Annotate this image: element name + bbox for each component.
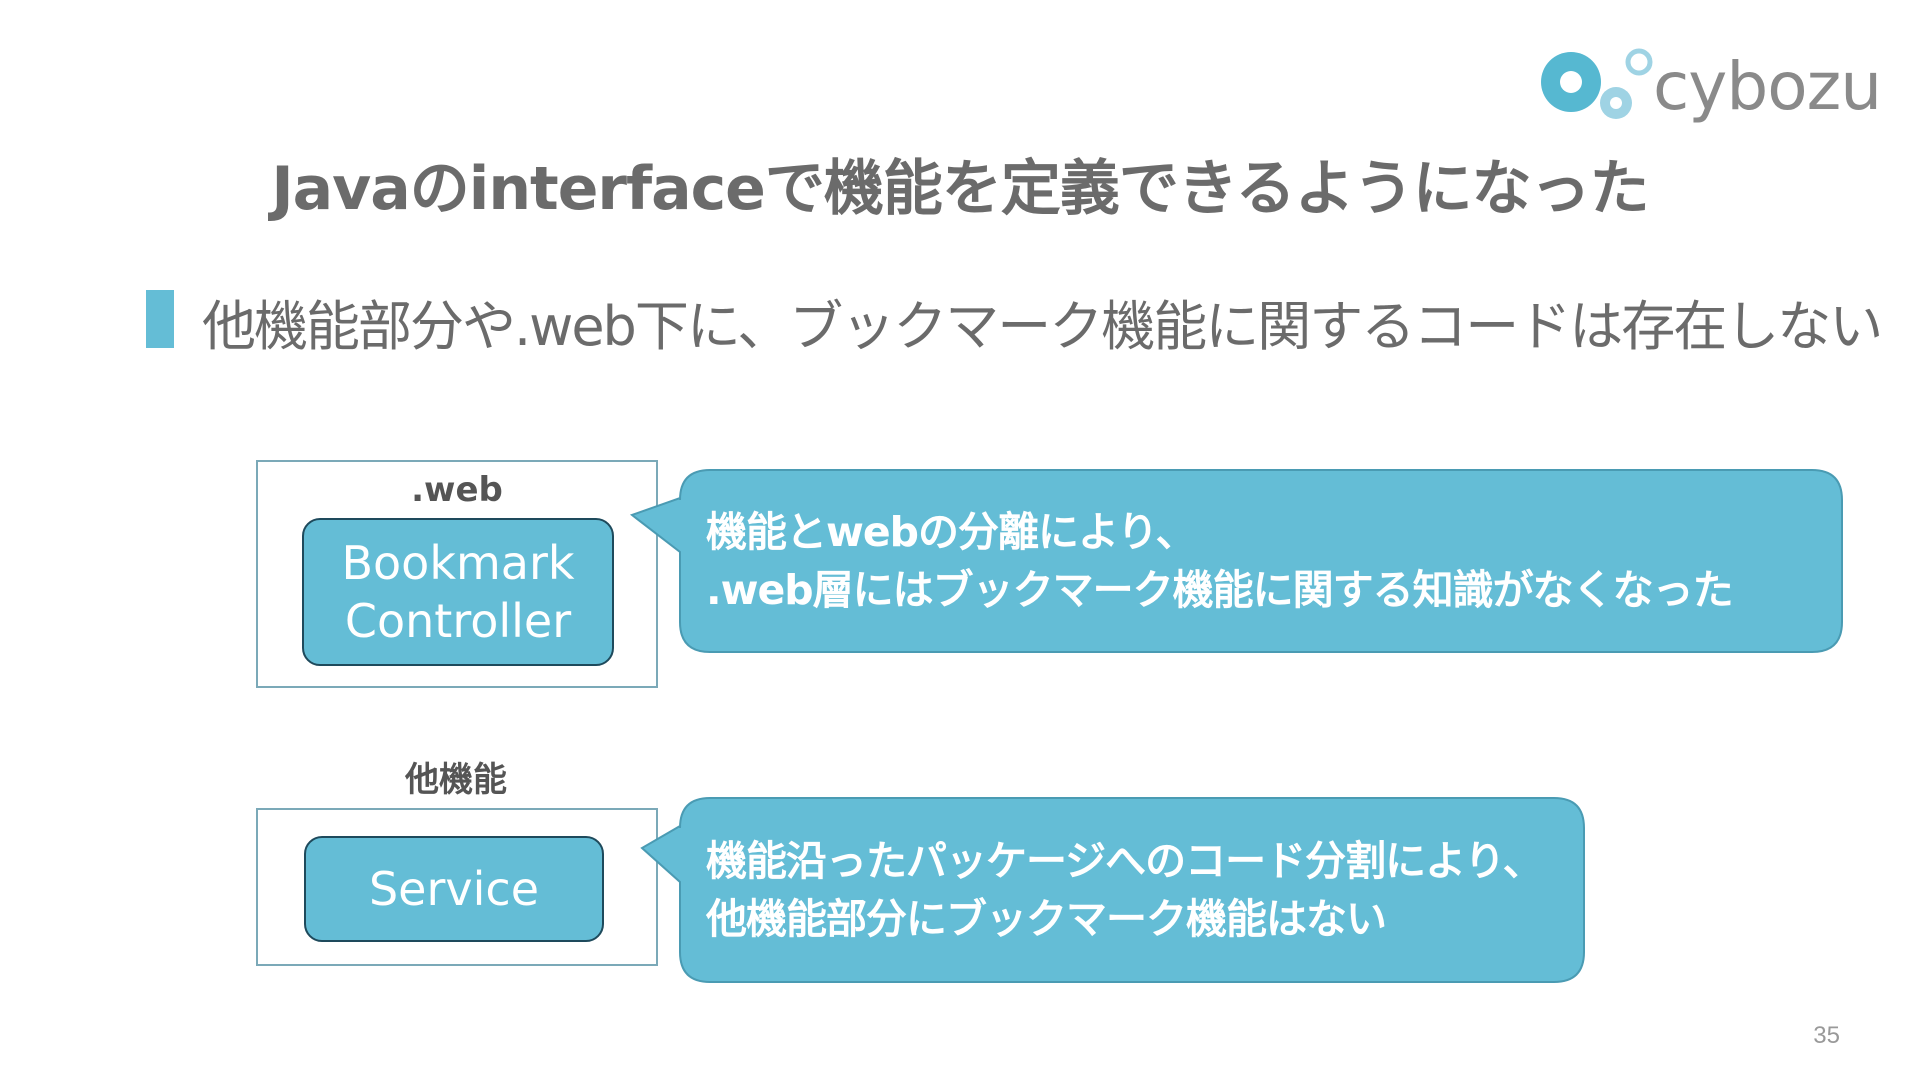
callout-top-line-1: 機能とwebの分離により、 — [706, 508, 1197, 556]
callout-bottom-line-1: 機能沿ったパッケージへのコード分割により、 — [706, 837, 1544, 885]
callout-bottom-line-2: 他機能部分にブックマーク機能はない — [706, 895, 1387, 943]
callout-top-line-2: .web層にはブックマーク機能に関する知識がなくなった — [706, 566, 1734, 614]
page-number: 35 — [1813, 1022, 1840, 1049]
callout-top-text: 機能とwebの分離により、 .web層にはブックマーク機能に関する知識がなくなっ… — [706, 503, 1734, 619]
callout-bottom-text: 機能沿ったパッケージへのコード分割により、 他機能部分にブックマーク機能はない — [706, 832, 1544, 948]
